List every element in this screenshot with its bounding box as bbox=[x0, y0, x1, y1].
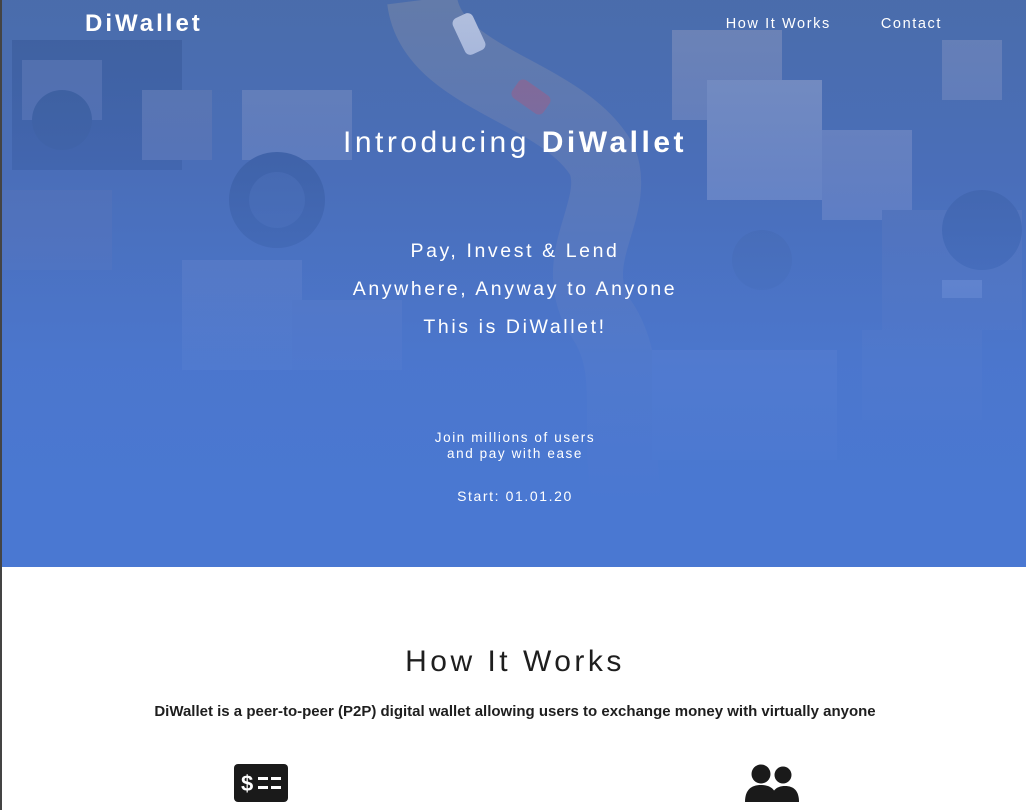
users-icon bbox=[745, 764, 799, 802]
brand-logo[interactable]: DiWallet bbox=[85, 10, 203, 38]
join-line-2: and pay with ease bbox=[446, 446, 584, 461]
how-it-works-description: DiWallet is a peer-to-peer (P2P) digital… bbox=[154, 703, 876, 720]
page: DiWallet How It Works Contact Introducin… bbox=[0, 0, 1026, 810]
join-line-1: Join millions of users bbox=[434, 430, 596, 445]
nav-how-it-works[interactable]: How It Works bbox=[726, 16, 831, 32]
money-check-icon: $ bbox=[234, 764, 288, 802]
tagline-line-3: This is DiWallet! bbox=[423, 316, 607, 338]
top-nav: How It Works Contact bbox=[726, 16, 942, 32]
how-it-works-title: How It Works bbox=[405, 645, 625, 678]
start-date: Start: 01.01.20 bbox=[457, 488, 573, 504]
hero-headline: Introducing DiWallet bbox=[2, 126, 1026, 160]
headline-brand: DiWallet bbox=[541, 126, 687, 159]
join-text: Join millions of users and pay with ease bbox=[2, 430, 1026, 462]
tagline-line-2: Anywhere, Anyway to Anyone bbox=[352, 278, 678, 300]
hero-section: DiWallet How It Works Contact Introducin… bbox=[2, 0, 1026, 567]
nav-contact[interactable]: Contact bbox=[881, 16, 942, 32]
headline-prefix: Introducing bbox=[342, 126, 530, 159]
tagline-line-1: Pay, Invest & Lend bbox=[410, 240, 620, 262]
svg-text:$: $ bbox=[241, 771, 253, 796]
